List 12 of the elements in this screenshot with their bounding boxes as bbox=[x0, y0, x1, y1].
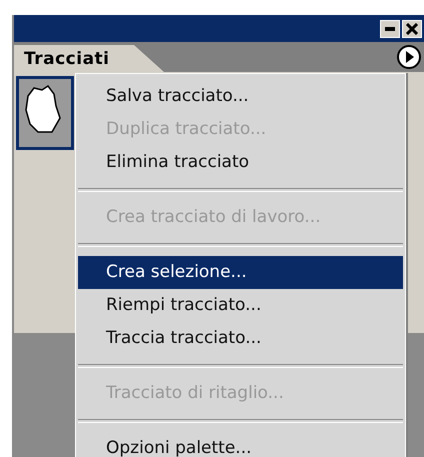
menu-item[interactable]: Elimina tracciato bbox=[78, 146, 403, 179]
menu-item[interactable]: Opzioni palette... bbox=[78, 432, 403, 457]
minimize-button[interactable] bbox=[380, 20, 400, 38]
path-thumbnail[interactable] bbox=[16, 76, 74, 150]
menu-item[interactable]: Traccia tracciato... bbox=[78, 322, 403, 355]
close-button[interactable] bbox=[402, 20, 422, 38]
panel-tab[interactable]: Tracciati bbox=[14, 45, 164, 72]
palette-menu-button[interactable] bbox=[396, 44, 422, 70]
menu-item[interactable]: Salva tracciato... bbox=[78, 80, 403, 113]
menu-item[interactable]: Crea selezione... bbox=[78, 256, 403, 289]
menu-item[interactable]: Riempi tracciato... bbox=[78, 289, 403, 322]
close-icon bbox=[406, 22, 418, 34]
